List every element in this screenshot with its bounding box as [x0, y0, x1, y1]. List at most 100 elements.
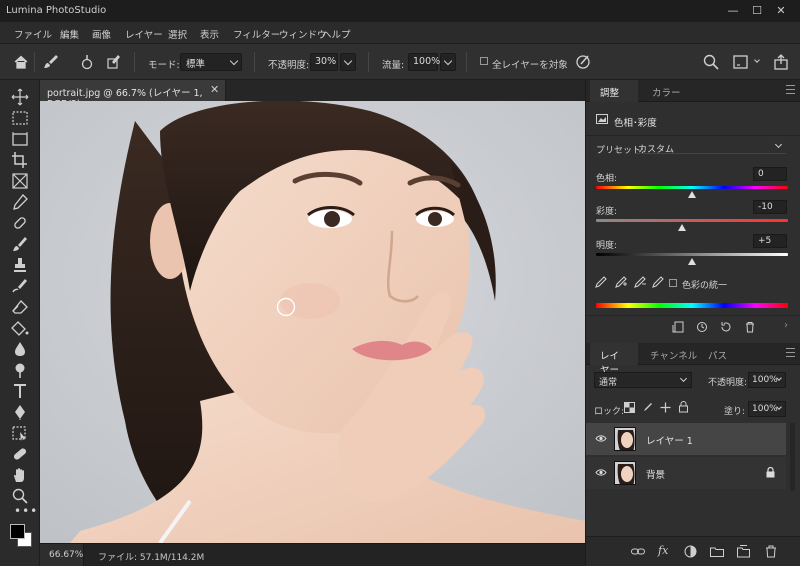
tab-paths[interactable]: パス — [698, 343, 737, 365]
menu-view[interactable]: 表示 — [200, 27, 219, 41]
maximize-button[interactable]: ☐ — [748, 2, 766, 20]
clip-to-layer-icon[interactable] — [672, 321, 684, 333]
panel-menu-icon[interactable] — [786, 85, 795, 94]
paint-bucket-tool-icon[interactable] — [10, 319, 30, 337]
panel-expand-icon[interactable]: › — [784, 320, 788, 331]
hue-value-input[interactable]: 0 — [753, 167, 787, 181]
close-window-button[interactable]: ✕ — [772, 2, 790, 20]
marquee-tool-icon[interactable] — [10, 109, 30, 127]
hue-slider-thumb[interactable] — [688, 191, 696, 198]
eyedropper-tool-icon[interactable] — [10, 193, 30, 211]
eyedropper-add-icon[interactable] — [615, 276, 627, 288]
path-selection-tool-icon[interactable] — [10, 424, 30, 442]
crop-tool-icon[interactable] — [10, 151, 30, 169]
mode-select[interactable]: 標準 — [180, 53, 242, 71]
canvas[interactable] — [40, 101, 585, 543]
blend-mode-select[interactable]: 通常 — [594, 372, 692, 388]
tab-layers[interactable]: レイヤー — [590, 343, 638, 376]
hand-tool-icon[interactable] — [10, 466, 30, 484]
eyedropper-subtract-icon[interactable] — [634, 276, 646, 288]
menu-edit[interactable]: 編集 — [60, 27, 79, 41]
eyedropper-icon[interactable] — [595, 276, 607, 288]
menu-image[interactable]: 画像 — [92, 27, 111, 41]
saturation-slider-thumb[interactable] — [678, 224, 687, 231]
text-tool-icon[interactable] — [10, 382, 30, 400]
dodge-tool-icon[interactable] — [10, 361, 30, 379]
new-fill-layer-icon[interactable] — [737, 545, 750, 558]
bandage-tool-icon[interactable] — [10, 445, 30, 463]
clone-stamp-tool-icon[interactable] — [10, 256, 30, 274]
delete-layer-icon[interactable] — [765, 545, 777, 558]
healing-brush-tool-icon[interactable] — [10, 214, 30, 232]
pressure-icon[interactable] — [574, 53, 592, 71]
menu-layer[interactable]: レイヤー — [125, 27, 163, 41]
zoom-level[interactable]: 66.67% — [40, 544, 84, 566]
eye-icon[interactable] — [595, 468, 607, 477]
preset-select[interactable]: カスタム — [636, 140, 786, 155]
frame-tool-icon[interactable] — [10, 172, 30, 190]
lock-all-icon[interactable] — [678, 401, 689, 413]
hue-slider-track[interactable] — [596, 186, 788, 189]
layer-row[interactable]: 背景 — [586, 457, 786, 489]
lock-pixels-icon[interactable] — [642, 402, 653, 413]
lightness-slider-track[interactable] — [596, 253, 788, 256]
blur-tool-icon[interactable] — [10, 340, 30, 358]
new-group-icon[interactable] — [710, 546, 724, 557]
add-mask-icon[interactable] — [684, 545, 697, 558]
brush-preset-icon[interactable] — [78, 53, 96, 71]
layer-row[interactable]: レイヤー 1 — [586, 423, 786, 455]
more-tools-icon[interactable]: ••• — [14, 504, 38, 518]
tab-color[interactable]: カラー — [642, 80, 691, 102]
fill-input[interactable]: 100% — [748, 401, 786, 417]
menu-filter[interactable]: フィルター — [233, 27, 280, 41]
move-tool-icon[interactable] — [10, 88, 30, 106]
brush-tool-icon[interactable] — [10, 235, 30, 253]
minimize-button[interactable]: — — [724, 2, 742, 20]
layers-footer: fx — [586, 536, 800, 566]
menu-help[interactable]: ヘルプ — [322, 27, 351, 41]
eye-icon[interactable] — [595, 434, 607, 443]
artboard-tool-icon[interactable] — [10, 130, 30, 148]
colorize-checkbox[interactable] — [669, 279, 677, 287]
workspace-chevron-icon[interactable] — [754, 57, 760, 63]
brush-settings-icon[interactable] — [106, 53, 126, 71]
fx-icon[interactable]: fx — [658, 544, 668, 557]
share-icon[interactable] — [772, 53, 790, 71]
lock-position-icon[interactable] — [660, 402, 671, 413]
opacity-dropdown[interactable] — [340, 53, 356, 71]
foreground-color-swatch[interactable] — [10, 524, 25, 539]
flow-label: 流量: — [382, 60, 405, 71]
panel-menu-icon[interactable] — [786, 348, 795, 357]
lightness-slider-thumb[interactable] — [688, 258, 696, 265]
layer-opacity-label: 不透明度: — [708, 378, 748, 388]
brush-tool-icon[interactable] — [42, 53, 60, 71]
view-previous-icon[interactable] — [696, 321, 708, 333]
lock-transparent-icon[interactable] — [624, 402, 635, 413]
tab-adjustments[interactable]: 調整 — [590, 80, 638, 102]
eraser-tool-icon[interactable] — [10, 298, 30, 316]
history-brush-tool-icon[interactable] — [10, 277, 30, 295]
link-layers-icon[interactable] — [631, 546, 645, 558]
close-icon[interactable]: ✕ — [210, 83, 219, 96]
all-layers-checkbox[interactable] — [480, 57, 488, 65]
search-icon[interactable] — [702, 53, 720, 71]
workspace-icon[interactable] — [732, 53, 750, 71]
lightness-value-input[interactable]: +5 — [753, 234, 787, 248]
zoom-tool-icon[interactable] — [10, 487, 30, 505]
saturation-value-input[interactable]: -10 — [753, 200, 787, 214]
layers-scrollbar[interactable] — [790, 423, 795, 491]
flow-input[interactable]: 100% — [408, 53, 440, 71]
target-adjust-icon[interactable] — [652, 276, 664, 288]
flow-dropdown[interactable] — [440, 53, 456, 71]
menu-file[interactable]: ファイル — [14, 27, 52, 41]
home-icon[interactable] — [13, 54, 29, 70]
pen-tool-icon[interactable] — [10, 403, 30, 421]
layer-opacity-input[interactable]: 100% — [748, 372, 786, 388]
document-tab[interactable]: portrait.jpg @ 66.7% (レイヤー 1, RGB/8) ✕ — [40, 80, 226, 110]
reset-icon[interactable] — [720, 321, 732, 333]
menu-select[interactable]: 選択 — [168, 27, 187, 41]
opacity-input[interactable]: 30% — [310, 53, 338, 71]
trash-icon[interactable] — [744, 321, 756, 333]
menu-window[interactable]: ウィンドウ — [279, 27, 327, 41]
saturation-slider-track[interactable] — [596, 219, 788, 222]
